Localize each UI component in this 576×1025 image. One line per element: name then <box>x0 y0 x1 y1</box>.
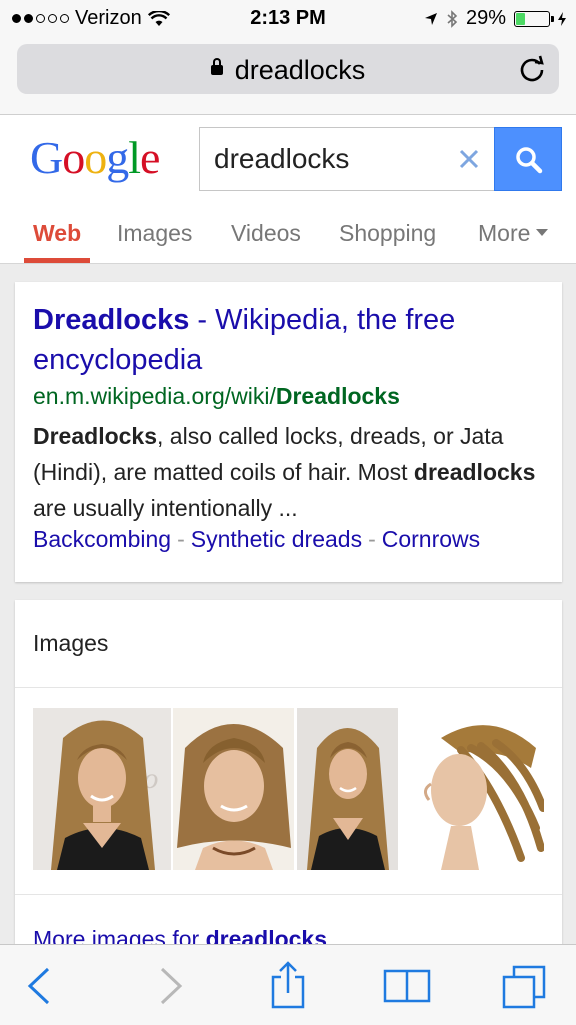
battery-icon <box>514 10 554 27</box>
google-logo-letter: g <box>106 132 129 183</box>
image-thumbnail-3[interactable] <box>297 708 398 870</box>
location-arrow-icon <box>424 12 437 25</box>
status-right: 29% <box>424 7 566 30</box>
snippet-text-2: are usually intentionally ... <box>33 495 298 521</box>
google-logo-letter: e <box>140 132 160 183</box>
result-url-bold: Dreadlocks <box>275 383 400 409</box>
google-logo-letter: o <box>62 132 85 183</box>
result-title[interactable]: Dreadlocks - Wikipedia, the free encyclo… <box>33 300 543 380</box>
result-url: en.m.wikipedia.org/wiki/Dreadlocks <box>33 383 400 410</box>
search-result-card: Dreadlocks - Wikipedia, the free encyclo… <box>15 282 562 582</box>
battery-percent: 29% <box>465 7 506 29</box>
forward-icon[interactable] <box>146 961 196 1011</box>
tabs-icon[interactable] <box>500 961 550 1011</box>
reload-icon[interactable] <box>517 54 547 84</box>
result-url-prefix: en.m.wikipedia.org/wiki/ <box>33 383 276 409</box>
search-query: dreadlocks <box>214 143 350 174</box>
image-thumbnail-1[interactable]: Ro <box>33 708 171 870</box>
status-bar: Verizon 2:13 PM 29% <box>0 0 576 36</box>
google-logo-letter: o <box>84 132 107 183</box>
image-thumbnail-4[interactable] <box>401 708 544 870</box>
google-logo[interactable]: Google <box>30 131 160 184</box>
bookmarks-icon[interactable] <box>382 961 432 1011</box>
thumbnail-woman-photo-3 <box>297 708 398 870</box>
tab-shopping[interactable]: Shopping <box>339 220 436 247</box>
address-bar[interactable]: dreadlocks <box>17 44 559 94</box>
sitelinks: Backcombing - Synthetic dreads - Cornrows <box>33 526 480 553</box>
divider <box>15 894 562 895</box>
sitelink-separator: - <box>368 526 376 552</box>
charging-bolt-icon <box>558 11 566 26</box>
chevron-down-icon <box>536 229 549 237</box>
search-tabs: Web Images Videos Shopping More <box>0 203 576 264</box>
tab-videos[interactable]: Videos <box>231 220 301 247</box>
sitelink-synthetic-dreads[interactable]: Synthetic dreads <box>191 526 362 552</box>
sitelink-backcombing[interactable]: Backcombing <box>33 526 171 552</box>
back-icon[interactable] <box>16 961 66 1011</box>
share-icon[interactable] <box>263 961 313 1011</box>
google-logo-letter: G <box>30 132 63 183</box>
result-snippet: Dreadlocks, also called locks, dreads, o… <box>33 418 548 526</box>
browser-toolbar <box>0 944 576 1025</box>
google-logo-letter: l <box>128 132 141 183</box>
search-input[interactable]: dreadlocks <box>199 127 495 191</box>
sitelink-separator: - <box>177 526 185 552</box>
address-text: dreadlocks <box>234 55 366 85</box>
active-tab-indicator <box>24 258 90 263</box>
browser-chrome: dreadlocks <box>0 36 576 115</box>
tab-web[interactable]: Web <box>33 220 81 247</box>
sitelink-cornrows[interactable]: Cornrows <box>382 526 480 552</box>
result-title-bold: Dreadlocks <box>33 304 190 336</box>
search-icon <box>516 147 543 174</box>
tab-more[interactable]: More <box>478 220 549 247</box>
clear-icon[interactable] <box>456 146 482 172</box>
divider <box>15 687 562 688</box>
tab-more-label: More <box>478 220 531 246</box>
snippet-bold-1: Dreadlocks <box>33 423 158 449</box>
bluetooth-icon <box>447 9 458 28</box>
search-button[interactable] <box>494 127 562 191</box>
google-header: Google dreadlocks <box>0 115 576 204</box>
thumbnail-woman-photo-1: Ro <box>33 708 171 870</box>
address-text-wrap: dreadlocks <box>17 55 559 86</box>
lock-icon <box>210 57 223 75</box>
tab-images[interactable]: Images <box>117 220 192 247</box>
image-thumbnail-2[interactable] <box>173 708 294 870</box>
thumbnail-man-photo-4 <box>401 708 544 870</box>
images-heading: Images <box>33 630 109 656</box>
thumbnail-woman-photo-2 <box>173 708 294 870</box>
snippet-bold-2: dreadlocks <box>413 459 536 485</box>
